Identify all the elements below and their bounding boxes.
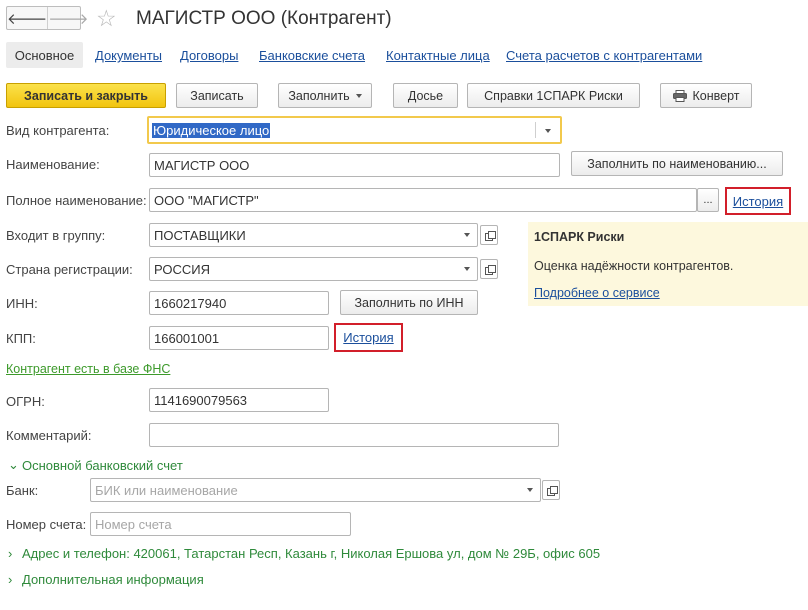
name-label: Наименование:: [6, 157, 100, 172]
chevron-right-icon: ›: [8, 572, 13, 587]
full-name-value: ООО "МАГИСТР": [154, 192, 259, 208]
inn-input[interactable]: 1660217940: [149, 291, 329, 315]
page-title: МАГИСТР ООО (Контрагент): [136, 8, 392, 29]
spark-reports-button[interactable]: Справки 1СПАРК Риски: [467, 83, 640, 108]
bank-placeholder: БИК или наименование: [95, 482, 238, 498]
full-name-label: Полное наименование:: [6, 193, 147, 208]
bank-label: Банк:: [6, 483, 39, 498]
account-input[interactable]: Номер счета: [90, 512, 351, 536]
chevron-down-icon: ⌄: [8, 457, 19, 472]
group-select[interactable]: ПОСТАВЩИКИ: [149, 223, 458, 247]
spark-info-text: Оценка надёжности контрагентов.: [534, 259, 734, 273]
navigation-buttons: 🡐 🡒: [6, 6, 88, 30]
arrow-right-icon: 🡒: [48, 10, 89, 28]
kind-value: Юридическое лицо: [152, 122, 271, 138]
chevron-right-icon: ›: [8, 546, 13, 561]
tab-contracts[interactable]: Договоры: [180, 48, 238, 63]
fill-by-name-button[interactable]: Заполнить по наименованию...: [571, 151, 783, 176]
favorite-star-icon[interactable]: ☆: [96, 5, 117, 31]
save-and-close-button[interactable]: Записать и закрыть: [6, 83, 166, 108]
name-value: МАГИСТР ООО: [154, 157, 250, 173]
kind-label: Вид контрагента:: [6, 123, 110, 138]
inn-value: 1660217940: [154, 295, 227, 311]
envelope-button-label: Конверт: [692, 88, 740, 103]
additional-section-toggle[interactable]: › Дополнительная информация: [8, 572, 204, 587]
ogrn-label: ОГРН:: [6, 394, 45, 409]
dossier-button[interactable]: Досье: [393, 83, 458, 108]
kpp-history-link[interactable]: История: [343, 330, 393, 345]
bank-section-title: Основной банковский счет: [22, 457, 183, 473]
fill-button-label: Заполнить: [288, 88, 350, 103]
country-select[interactable]: РОССИЯ: [149, 257, 458, 281]
chevron-down-icon: [526, 488, 533, 492]
open-form-icon: [484, 230, 496, 241]
ogrn-input[interactable]: 1141690079563: [149, 388, 329, 412]
inn-label: ИНН:: [6, 296, 38, 311]
chevron-down-icon: [463, 267, 470, 271]
full-name-edit-button[interactable]: ...: [697, 188, 719, 212]
group-value: ПОСТАВЩИКИ: [154, 227, 246, 243]
open-form-icon: [484, 264, 496, 275]
ogrn-value: 1141690079563: [154, 392, 248, 408]
account-label: Номер счета:: [6, 517, 87, 532]
back-button[interactable]: 🡐: [7, 7, 47, 29]
tab-bank-accounts[interactable]: Банковские счета: [259, 48, 365, 63]
chevron-down-icon[interactable]: [545, 129, 551, 133]
bank-section-toggle[interactable]: ⌄ Основной банковский счет: [8, 457, 183, 473]
arrow-left-icon: 🡐: [7, 10, 48, 28]
bank-dropdown-button[interactable]: [519, 478, 541, 502]
chevron-down-icon: [463, 233, 470, 237]
country-label: Страна регистрации:: [6, 262, 133, 277]
kpp-input[interactable]: 166001001: [149, 326, 329, 350]
fill-by-inn-button[interactable]: Заполнить по ИНН: [340, 290, 478, 315]
name-input[interactable]: МАГИСТР ООО: [149, 153, 560, 177]
group-label: Входит в группу:: [6, 228, 106, 243]
open-form-icon: [546, 485, 558, 496]
tab-documents[interactable]: Документы: [95, 48, 162, 63]
group-dropdown-button[interactable]: [456, 223, 478, 247]
full-name-history-link[interactable]: История: [733, 194, 783, 209]
forward-button[interactable]: 🡒: [47, 7, 88, 29]
printer-icon: [672, 89, 687, 102]
tab-contacts[interactable]: Контактные лица: [386, 48, 490, 63]
bank-input[interactable]: БИК или наименование: [90, 478, 521, 502]
envelope-button[interactable]: Конверт: [660, 83, 752, 108]
group-open-button[interactable]: [480, 225, 498, 245]
chevron-down-icon: [355, 93, 362, 98]
country-value: РОССИЯ: [154, 261, 211, 277]
full-name-input[interactable]: ООО "МАГИСТР": [149, 188, 697, 212]
country-dropdown-button[interactable]: [456, 257, 478, 281]
comment-input[interactable]: [149, 423, 559, 447]
kpp-history-highlight: История: [334, 323, 403, 352]
save-button[interactable]: Записать: [176, 83, 258, 108]
account-placeholder: Номер счета: [95, 516, 172, 532]
country-open-button[interactable]: [480, 259, 498, 279]
full-name-history-highlight: История: [725, 187, 791, 215]
tab-settlement-accounts[interactable]: Счета расчетов с контрагентами: [506, 48, 702, 63]
tab-main[interactable]: Основное: [6, 42, 83, 68]
kpp-label: КПП:: [6, 331, 36, 346]
fill-dropdown-button[interactable]: Заполнить: [278, 83, 372, 108]
address-section-toggle[interactable]: › Адрес и телефон: 420061, Татарстан Рес…: [8, 546, 600, 561]
spark-info-title: 1СПАРК Риски: [534, 230, 625, 244]
additional-section-title: Дополнительная информация: [22, 572, 204, 587]
address-section-title: Адрес и телефон: 420061, Татарстан Респ,…: [22, 546, 601, 561]
bank-open-button[interactable]: [542, 480, 560, 500]
kind-select[interactable]: Юридическое лицо: [147, 116, 562, 144]
comment-label: Комментарий:: [6, 428, 92, 443]
fns-database-link[interactable]: Контрагент есть в базе ФНС: [6, 362, 170, 376]
kind-select-divider: [535, 122, 536, 138]
spark-more-link[interactable]: Подробнее о сервисе: [534, 286, 660, 300]
kpp-value: 166001001: [154, 330, 220, 346]
